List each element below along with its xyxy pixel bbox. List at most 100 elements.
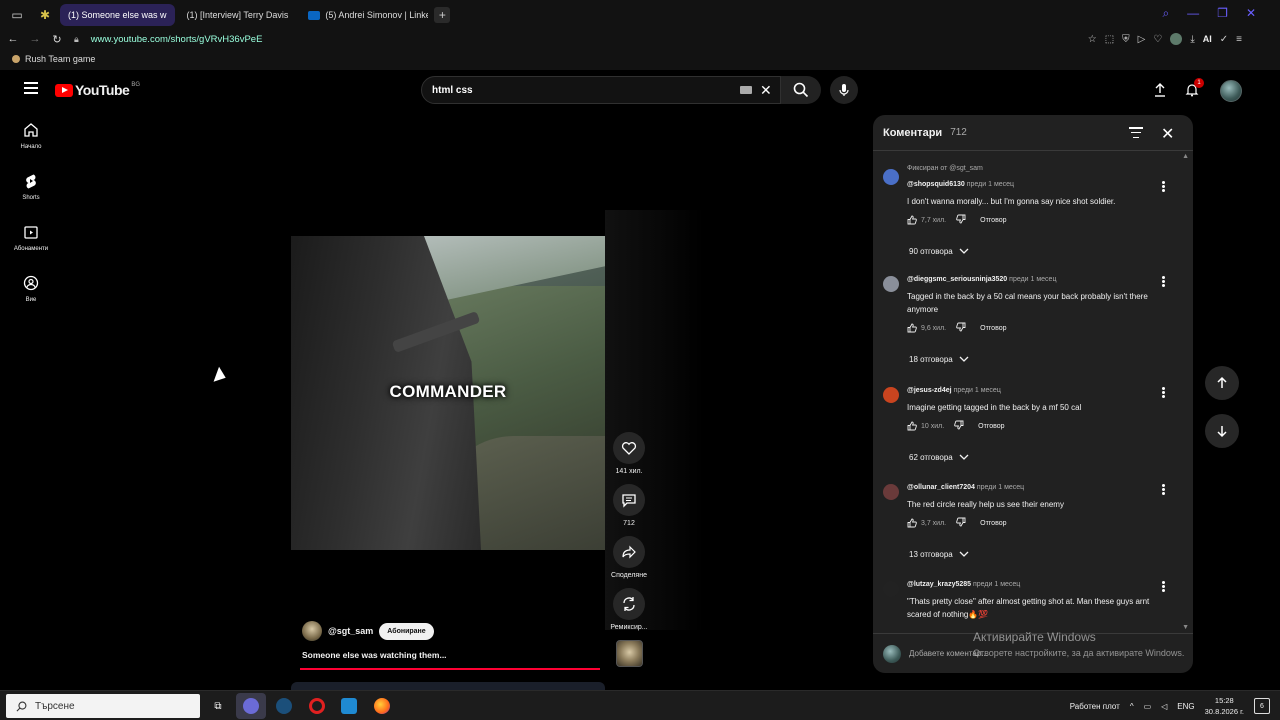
- scroll-up-icon[interactable]: ▲: [1182, 153, 1189, 160]
- guide-menu-icon[interactable]: [24, 82, 38, 94]
- keyboard-icon[interactable]: [740, 86, 752, 94]
- desktop-toolbar-label[interactable]: Работен плот: [1070, 702, 1120, 711]
- channel-name[interactable]: @sgt_sam: [328, 626, 373, 636]
- lock-icon[interactable]: 🔒︎: [74, 34, 79, 45]
- vscode-app-icon[interactable]: [339, 696, 359, 716]
- forward-icon[interactable]: →: [26, 33, 44, 45]
- ai-extension-button[interactable]: AI: [1203, 34, 1212, 44]
- previous-short-button[interactable]: [1205, 366, 1239, 400]
- comment-reply-button[interactable]: Отговор: [980, 520, 1006, 527]
- comment-replies-toggle[interactable]: 62 отговора: [909, 452, 969, 462]
- task-view-icon[interactable]: ⧉: [208, 696, 228, 716]
- comment-like-button[interactable]: [907, 421, 917, 431]
- sort-icon[interactable]: [1129, 127, 1143, 138]
- search-button[interactable]: [781, 76, 821, 104]
- comment-more-icon[interactable]: [1162, 484, 1165, 495]
- comment-reply-button[interactable]: Отговор: [980, 217, 1006, 224]
- comment-replies-toggle[interactable]: 13 отговора: [909, 549, 969, 559]
- video-progress-bar[interactable]: [300, 668, 600, 670]
- comment-avatar[interactable]: [883, 484, 899, 500]
- comment-more-icon[interactable]: [1162, 181, 1165, 192]
- notification-center-icon[interactable]: 6: [1254, 698, 1270, 714]
- close-icon[interactable]: ✕: [1161, 124, 1174, 144]
- bookmark-icon[interactable]: ☆: [1088, 34, 1097, 45]
- taskbar-search[interactable]: Търсене: [6, 694, 200, 718]
- download-icon[interactable]: ⤓: [1190, 34, 1194, 45]
- heart-icon[interactable]: ♡: [1153, 34, 1162, 45]
- next-short-preview[interactable]: [291, 682, 605, 690]
- back-icon[interactable]: ←: [4, 33, 22, 45]
- rail-item-shorts[interactable]: Shorts: [8, 173, 54, 201]
- comment-author[interactable]: @lutzay_krazy5285: [907, 581, 971, 588]
- language-indicator[interactable]: ENG: [1177, 702, 1194, 711]
- next-short-button[interactable]: [1205, 414, 1239, 448]
- create-button[interactable]: [1150, 80, 1170, 100]
- tab-2[interactable]: (5) Andrei Simonov | Linked: [300, 4, 428, 26]
- comment-dislike-button[interactable]: [956, 517, 966, 529]
- comment-like-button[interactable]: [907, 518, 917, 528]
- comments-button[interactable]: [613, 484, 645, 516]
- chevron-up-icon[interactable]: ^: [1130, 702, 1134, 711]
- video-title[interactable]: Someone else was watching them...: [302, 650, 447, 660]
- rail-item-home[interactable]: Начало: [8, 122, 54, 150]
- comment-more-icon[interactable]: [1162, 276, 1165, 287]
- sound-thumbnail[interactable]: [616, 640, 643, 667]
- comment-reply-button[interactable]: Отговор: [980, 325, 1006, 332]
- network-icon[interactable]: ▭: [1144, 702, 1152, 711]
- minimize-icon[interactable]: —: [1187, 6, 1199, 21]
- browser-app-icon[interactable]: [236, 693, 266, 719]
- screenshot-icon[interactable]: ⬚: [1105, 34, 1114, 45]
- workspaces-icon[interactable]: ▭: [6, 4, 28, 26]
- comment-replies-toggle[interactable]: 90 отговора: [909, 246, 969, 256]
- clear-search-icon[interactable]: ✕: [760, 82, 772, 99]
- comment-more-icon[interactable]: [1162, 387, 1165, 398]
- comment-avatar[interactable]: [883, 276, 899, 292]
- clock[interactable]: 15:28 30.8.2026 г.: [1205, 695, 1244, 717]
- comment-avatar[interactable]: [883, 169, 899, 185]
- close-window-icon[interactable]: ✕: [1246, 6, 1256, 21]
- subscribe-button[interactable]: Абониране: [379, 622, 434, 640]
- url-field[interactable]: www.youtube.com/shorts/gVRvH36vPeE: [91, 34, 263, 45]
- comment-more-icon[interactable]: [1162, 581, 1165, 592]
- maximize-icon[interactable]: ❐: [1217, 6, 1228, 21]
- comment-reply-button[interactable]: Отговор: [978, 423, 1004, 430]
- like-button[interactable]: [613, 432, 645, 464]
- comment-dislike-button[interactable]: [956, 214, 966, 226]
- comment-author[interactable]: @dieggsmc_seriousninja3520: [907, 276, 1007, 283]
- send-icon[interactable]: ▷: [1138, 34, 1146, 45]
- voice-search-button[interactable]: [830, 76, 858, 104]
- rail-item-you[interactable]: Вие: [8, 275, 54, 303]
- comment-like-button[interactable]: [907, 323, 917, 333]
- share-button[interactable]: [613, 536, 645, 568]
- search-input[interactable]: [432, 84, 732, 96]
- volume-icon[interactable]: ◁: [1161, 702, 1167, 711]
- steam-app-icon[interactable]: [274, 696, 294, 716]
- comment-dislike-button[interactable]: [954, 420, 964, 432]
- extension-icon[interactable]: ✱: [34, 4, 56, 26]
- remix-button[interactable]: [613, 588, 645, 620]
- shield-icon[interactable]: ⛨: [1122, 34, 1130, 45]
- comment-dislike-button[interactable]: [956, 322, 966, 334]
- comment-avatar[interactable]: [883, 581, 899, 597]
- comment-replies-toggle[interactable]: 18 отговора: [909, 354, 969, 364]
- new-tab-button[interactable]: +: [434, 7, 451, 23]
- search-tabs-icon[interactable]: ⌕: [1162, 6, 1169, 21]
- opera-app-icon[interactable]: [307, 696, 327, 716]
- comment-avatar[interactable]: [883, 387, 899, 403]
- menu-icon[interactable]: ≡: [1236, 34, 1242, 45]
- comment-author[interactable]: @ollunar_client7204: [907, 484, 975, 491]
- account-avatar[interactable]: [1220, 80, 1242, 102]
- comment-like-button[interactable]: [907, 215, 917, 225]
- notifications-button[interactable]: 1: [1182, 78, 1204, 100]
- rail-item-subscriptions[interactable]: Абонаменти: [8, 224, 54, 252]
- channel-avatar[interactable]: [302, 621, 322, 641]
- check-icon[interactable]: ✓: [1220, 34, 1228, 45]
- short-video-player[interactable]: COMMANDER: [291, 236, 605, 550]
- bookmark-rush-team[interactable]: Rush Team game: [25, 54, 95, 64]
- tab-1[interactable]: (1) [Interview] Terry Davis: [0, 4, 297, 79]
- reload-icon[interactable]: ↻: [48, 33, 66, 46]
- comment-author[interactable]: @shopsquid6130: [907, 181, 965, 188]
- tab-0[interactable]: (1) Someone else was w: [0, 4, 175, 79]
- comment-author[interactable]: @jesus-zd4ej: [907, 387, 952, 394]
- firefox-app-icon[interactable]: [372, 696, 392, 716]
